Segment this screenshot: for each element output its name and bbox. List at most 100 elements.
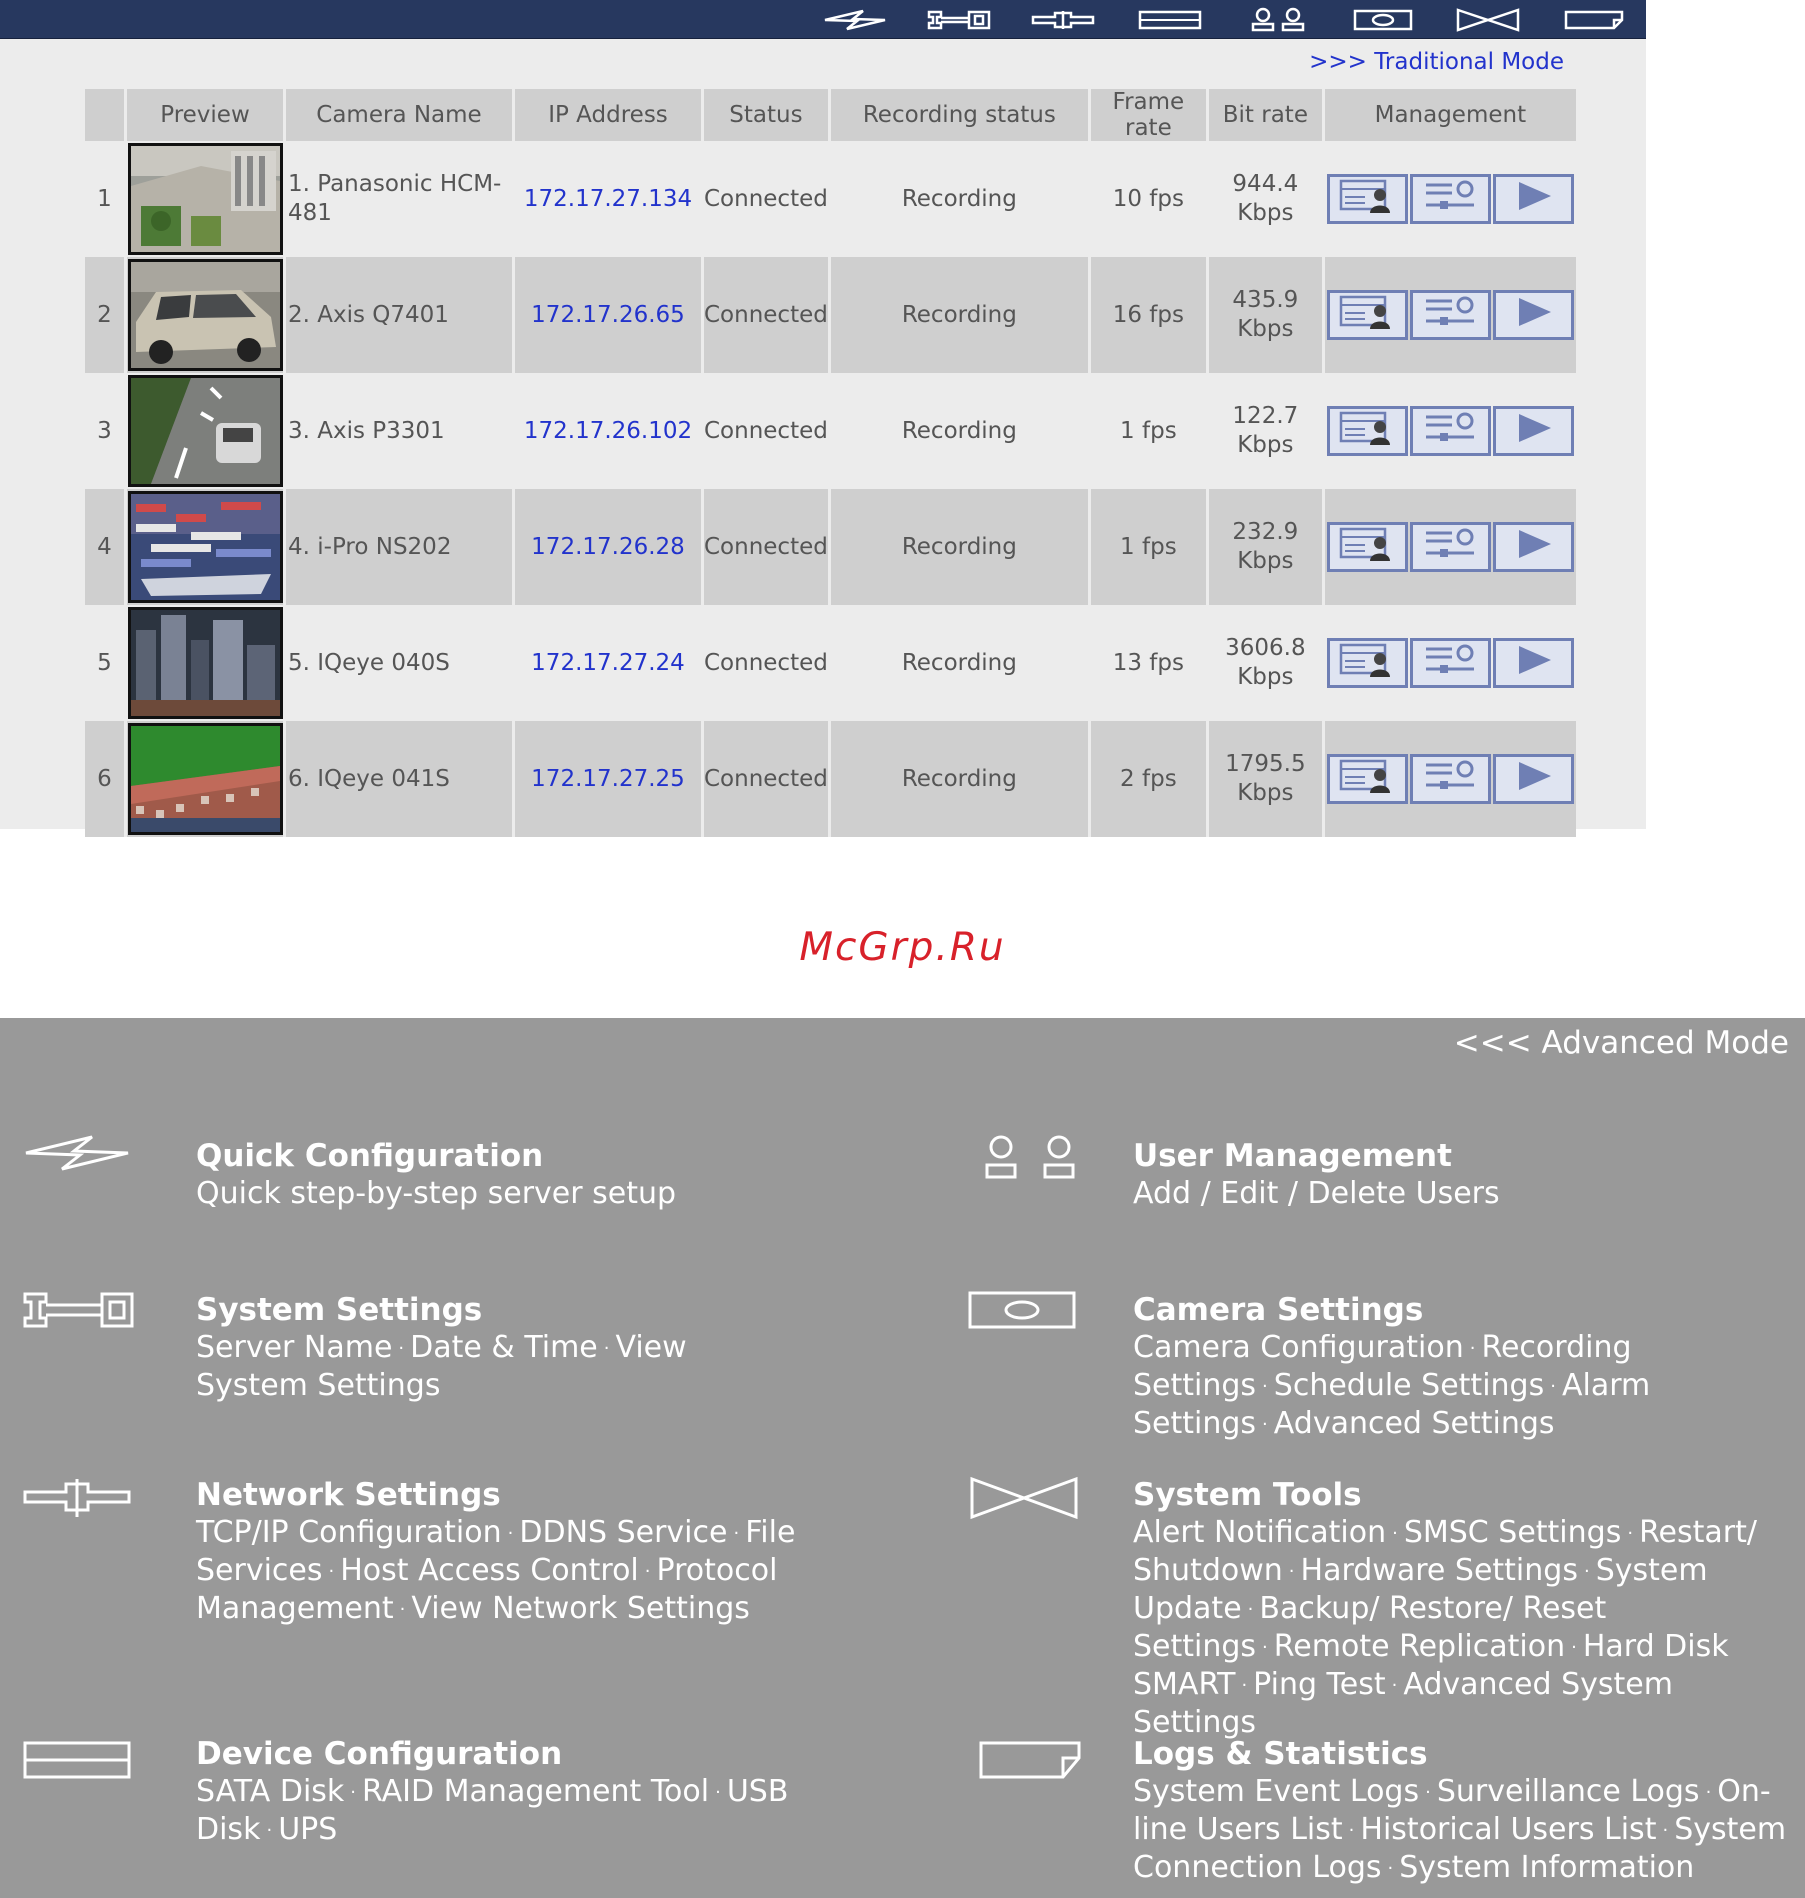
live-view-button[interactable] bbox=[1326, 174, 1408, 224]
camera-settings-link[interactable]: Camera Configuration bbox=[1133, 1330, 1464, 1365]
camera-settings-button[interactable] bbox=[1409, 638, 1491, 688]
camera-settings-button[interactable] bbox=[1409, 522, 1491, 572]
preview-cell bbox=[127, 141, 286, 257]
quick-config-icon[interactable] bbox=[22, 1133, 132, 1173]
camera-settings-button[interactable] bbox=[1409, 754, 1491, 804]
camera-settings-button[interactable] bbox=[1409, 406, 1491, 456]
playback-button[interactable] bbox=[1492, 290, 1574, 340]
camera-preview-thumbnail[interactable] bbox=[127, 723, 283, 835]
system-tools-icon[interactable] bbox=[1455, 7, 1521, 33]
quick-configuration-title[interactable]: Quick Configuration bbox=[196, 1138, 856, 1175]
live-view-button[interactable] bbox=[1326, 638, 1408, 688]
playback-button[interactable] bbox=[1492, 174, 1574, 224]
network-settings-icon[interactable] bbox=[22, 1476, 132, 1520]
separator-dot: · bbox=[507, 1523, 514, 1544]
camera-preview-thumbnail[interactable] bbox=[127, 607, 283, 719]
bit-rate-unit: Kbps bbox=[1237, 432, 1294, 458]
row-number: 2 bbox=[85, 257, 127, 373]
traditional-mode-link[interactable]: >>> Traditional Mode bbox=[1309, 49, 1564, 75]
separator-dot: · bbox=[1550, 1376, 1556, 1397]
network-settings-icon[interactable] bbox=[1030, 7, 1096, 33]
live-view-button[interactable] bbox=[1326, 290, 1408, 340]
camera-settings-link[interactable]: Schedule Settings bbox=[1274, 1368, 1544, 1403]
play-icon bbox=[1501, 409, 1565, 453]
bit-rate-value: 232.9 bbox=[1232, 519, 1299, 545]
network-settings-link[interactable]: DDNS Service bbox=[519, 1515, 727, 1550]
management-cell bbox=[1324, 721, 1576, 837]
separator-dot: · bbox=[603, 1338, 610, 1359]
system-settings-icon[interactable] bbox=[926, 7, 992, 33]
quick-config-icon[interactable] bbox=[822, 7, 888, 33]
device-config-icon[interactable] bbox=[1137, 7, 1203, 33]
logs-statistics-title[interactable]: Logs & Statistics bbox=[1133, 1736, 1793, 1773]
camera-preview-thumbnail[interactable] bbox=[127, 491, 283, 603]
user-management-title[interactable]: User Management bbox=[1133, 1138, 1793, 1175]
device-configuration-link[interactable]: RAID Management Tool bbox=[362, 1774, 709, 1809]
system-tools-title[interactable]: System Tools bbox=[1133, 1477, 1793, 1514]
system-tools-icon[interactable] bbox=[969, 1476, 1079, 1520]
logs-statistics-link[interactable]: Historical Users List bbox=[1360, 1812, 1656, 1847]
live-view-button[interactable] bbox=[1326, 406, 1408, 456]
camera-settings-button[interactable] bbox=[1409, 174, 1491, 224]
monitor-user-icon bbox=[1335, 293, 1399, 337]
live-view-button[interactable] bbox=[1326, 522, 1408, 572]
playback-button[interactable] bbox=[1492, 754, 1574, 804]
separator-dot: · bbox=[1391, 1675, 1398, 1696]
frame-rate: 13 fps bbox=[1090, 605, 1209, 721]
system-tools-link[interactable]: Hardware Settings bbox=[1301, 1553, 1578, 1588]
row-number: 5 bbox=[85, 605, 127, 721]
playback-button[interactable] bbox=[1492, 406, 1574, 456]
live-view-button[interactable] bbox=[1326, 754, 1408, 804]
camera-preview-thumbnail[interactable] bbox=[127, 375, 283, 487]
logs-statistics-link[interactable]: System Information bbox=[1399, 1850, 1694, 1885]
camera-settings-button[interactable] bbox=[1409, 290, 1491, 340]
camera-ip-link[interactable]: 172.17.27.134 bbox=[515, 141, 704, 257]
system-settings-icon[interactable] bbox=[22, 1290, 136, 1330]
camera-preview-thumbnail[interactable] bbox=[127, 143, 283, 255]
system-settings-link[interactable]: Server Name bbox=[196, 1330, 392, 1365]
system-settings-link[interactable]: Date & Time bbox=[410, 1330, 598, 1365]
user-management-icon[interactable] bbox=[975, 1133, 1085, 1181]
separator-dot: · bbox=[398, 1338, 405, 1359]
camera-ip-link[interactable]: 172.17.26.65 bbox=[515, 257, 704, 373]
network-settings-link[interactable]: Host Access Control bbox=[340, 1553, 639, 1588]
camera-settings-link[interactable]: Advanced Settings bbox=[1274, 1406, 1555, 1441]
logs-statistics-link[interactable]: Surveillance Logs bbox=[1437, 1774, 1700, 1809]
camera-settings-icon[interactable] bbox=[967, 1290, 1077, 1330]
system-settings-title[interactable]: System Settings bbox=[196, 1292, 796, 1329]
network-settings-link[interactable]: View Network Settings bbox=[411, 1591, 750, 1626]
playback-button[interactable] bbox=[1492, 522, 1574, 572]
connection-status: Connected bbox=[704, 489, 831, 605]
device-configuration-menu-item: Device Configuration SATA Disk · RAID Manag… bbox=[196, 1736, 816, 1849]
camera-ip-link[interactable]: 172.17.27.25 bbox=[515, 721, 704, 837]
system-tools-link[interactable]: Ping Test bbox=[1253, 1667, 1385, 1702]
separator-dot: · bbox=[715, 1782, 721, 1803]
device-configuration-link[interactable]: UPS bbox=[278, 1812, 337, 1847]
logs-statistics-icon[interactable] bbox=[1561, 7, 1627, 33]
network-settings-title[interactable]: Network Settings bbox=[196, 1477, 816, 1514]
network-settings-link[interactable]: TCP/IP Configuration bbox=[196, 1515, 502, 1550]
management-cell bbox=[1324, 489, 1576, 605]
user-management-icon[interactable] bbox=[1246, 7, 1312, 33]
device-configuration-title[interactable]: Device Configuration bbox=[196, 1736, 816, 1773]
camera-settings-title[interactable]: Camera Settings bbox=[1133, 1292, 1793, 1329]
frame-rate: 1 fps bbox=[1090, 489, 1209, 605]
camera-ip-link[interactable]: 172.17.26.28 bbox=[515, 489, 704, 605]
system-tools-link[interactable]: Alert Notification bbox=[1133, 1515, 1386, 1550]
camera-ip-link[interactable]: 172.17.27.24 bbox=[515, 605, 704, 721]
camera-preview-thumbnail[interactable] bbox=[127, 259, 283, 371]
camera-ip-link[interactable]: 172.17.26.102 bbox=[515, 373, 704, 489]
advanced-mode-link[interactable]: <<< Advanced Mode bbox=[1454, 1025, 1789, 1061]
system-tools-link[interactable]: SMSC Settings bbox=[1404, 1515, 1622, 1550]
logs-statistics-icon[interactable] bbox=[975, 1740, 1085, 1780]
bit-rate: 1795.5 Kbps bbox=[1208, 721, 1325, 837]
playback-button[interactable] bbox=[1492, 638, 1574, 688]
system-tools-link[interactable]: Remote Replication bbox=[1274, 1629, 1565, 1664]
logs-statistics-link[interactable]: System Event Logs bbox=[1133, 1774, 1419, 1809]
device-configuration-links: SATA Disk · RAID Management Tool · USB Disk ·… bbox=[196, 1773, 816, 1849]
device-config-icon[interactable] bbox=[22, 1740, 132, 1780]
device-configuration-link[interactable]: SATA Disk bbox=[196, 1774, 344, 1809]
frame-rate: 16 fps bbox=[1090, 257, 1209, 373]
bit-rate: 435.9 Kbps bbox=[1208, 257, 1325, 373]
camera-settings-icon[interactable] bbox=[1350, 7, 1416, 33]
